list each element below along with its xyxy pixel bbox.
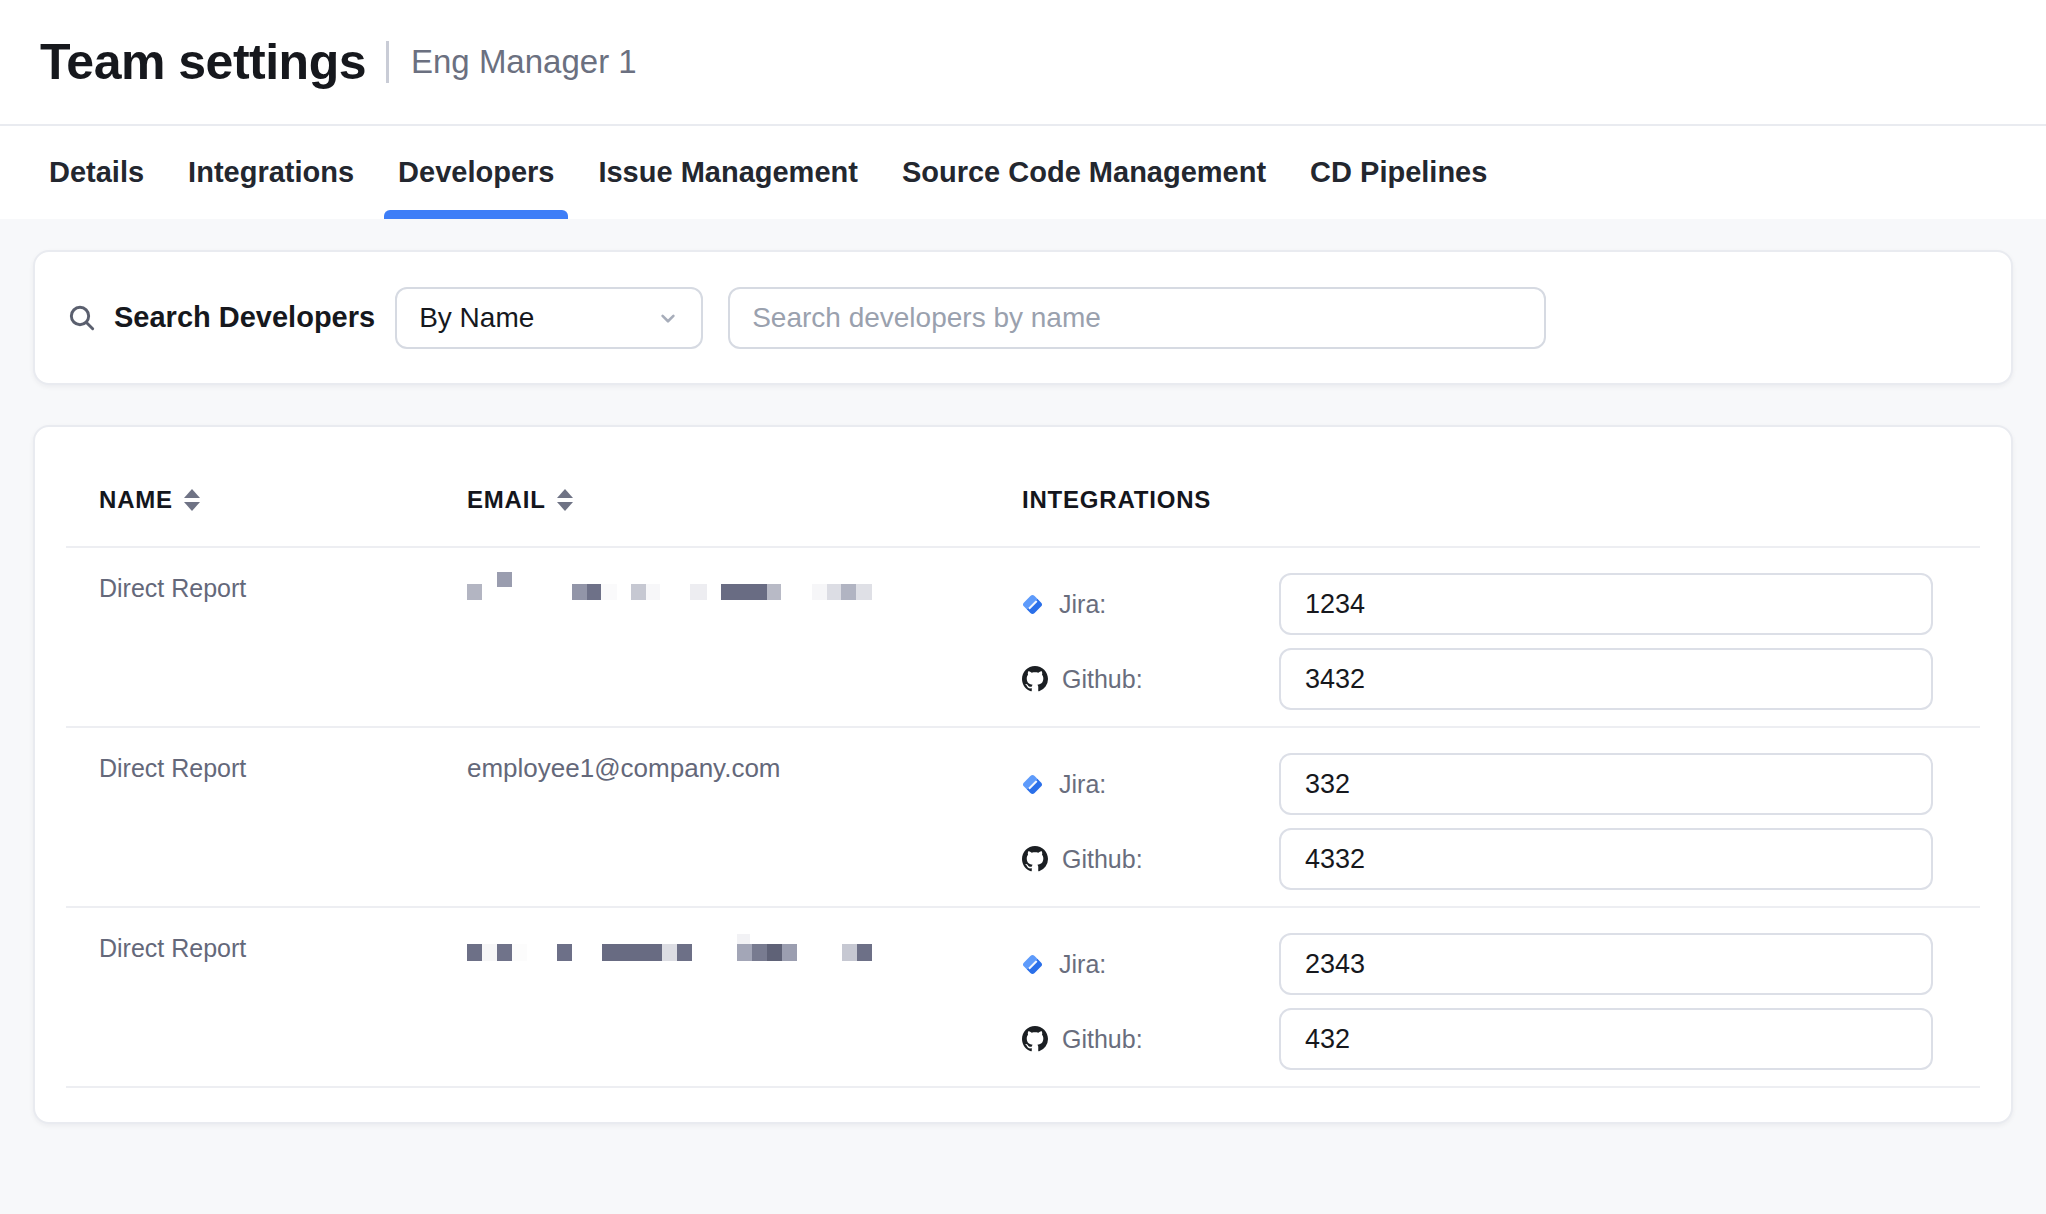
page-header: Team settings Eng Manager 1 (0, 0, 2046, 124)
search-developers-label: Search Developers (114, 301, 375, 334)
search-filter-value: By Name (419, 302, 534, 334)
jira-id-input[interactable] (1279, 933, 1933, 995)
github-label-text: Github: (1062, 1025, 1143, 1054)
jira-label-text: Jira: (1059, 770, 1106, 799)
jira-label: Jira: (1022, 950, 1279, 979)
tab-bar: DetailsIntegrationsDevelopersIssue Manag… (0, 124, 2046, 219)
github-label: Github: (1022, 845, 1279, 874)
jira-field-row: Jira: (1022, 573, 1980, 635)
search-icon (66, 302, 98, 334)
sort-icon[interactable] (557, 489, 573, 511)
chevron-down-icon (655, 305, 681, 331)
page-subtitle: Eng Manager 1 (411, 43, 637, 81)
table-header-row: NAME EMAIL INTEGRATIONS (66, 427, 1980, 548)
github-label-text: Github: (1062, 845, 1143, 874)
github-icon (1022, 1026, 1048, 1052)
developer-email (467, 548, 1022, 726)
jira-field-row: Jira: (1022, 753, 1980, 815)
jira-id-input[interactable] (1279, 573, 1933, 635)
developer-name: Direct Report (99, 548, 467, 726)
integrations-cell: Jira: Github: (1022, 728, 1980, 906)
table-row: Direct Report Jira: Github: (66, 548, 1980, 728)
github-id-input[interactable] (1279, 828, 1933, 890)
column-header-name[interactable]: NAME (99, 486, 467, 514)
content-area: Search Developers By Name NAME EMAIL INTEG… (0, 219, 2046, 1124)
jira-icon (1022, 593, 1043, 614)
table-row: Direct Report employee1@company.com Jira… (66, 728, 1980, 908)
jira-id-input[interactable] (1279, 753, 1933, 815)
github-field-row: Github: (1022, 648, 1980, 710)
integrations-cell: Jira: Github: (1022, 908, 1980, 1086)
title-separator (386, 41, 389, 83)
github-id-input[interactable] (1279, 648, 1933, 710)
tab-integrations[interactable]: Integrations (174, 126, 368, 219)
github-id-input[interactable] (1279, 1008, 1933, 1070)
github-field-row: Github: (1022, 1008, 1980, 1070)
github-icon (1022, 666, 1048, 692)
search-panel: Search Developers By Name (33, 250, 2013, 385)
github-label: Github: (1022, 1025, 1279, 1054)
column-label: EMAIL (467, 486, 546, 514)
tab-cd-pipelines[interactable]: CD Pipelines (1296, 126, 1501, 219)
integrations-cell: Jira: Github: (1022, 548, 1980, 726)
jira-label: Jira: (1022, 770, 1279, 799)
jira-field-row: Jira: (1022, 933, 1980, 995)
column-label: NAME (99, 486, 173, 514)
table-row: Direct Report Jira: Github: (66, 908, 1980, 1088)
tab-details[interactable]: Details (35, 126, 158, 219)
column-header-integrations: INTEGRATIONS (1022, 486, 1980, 514)
jira-label: Jira: (1022, 590, 1279, 619)
search-input[interactable] (728, 287, 1546, 349)
jira-icon (1022, 953, 1043, 974)
developer-email: employee1@company.com (467, 728, 1022, 906)
github-field-row: Github: (1022, 828, 1980, 890)
column-header-email[interactable]: EMAIL (467, 486, 1022, 514)
jira-icon (1022, 773, 1043, 794)
tab-developers[interactable]: Developers (384, 126, 568, 219)
redacted-email (467, 933, 1022, 973)
github-icon (1022, 846, 1048, 872)
developer-email (467, 908, 1022, 1086)
redacted-email (467, 573, 1022, 613)
developer-name: Direct Report (99, 908, 467, 1086)
page-title: Team settings (40, 33, 366, 91)
github-label-text: Github: (1062, 665, 1143, 694)
jira-label-text: Jira: (1059, 950, 1106, 979)
search-filter-select[interactable]: By Name (395, 287, 703, 349)
developer-name: Direct Report (99, 728, 467, 906)
github-label: Github: (1022, 665, 1279, 694)
developers-table: NAME EMAIL INTEGRATIONS Direct Report Jira… (33, 425, 2013, 1124)
tab-source-code-management[interactable]: Source Code Management (888, 126, 1280, 219)
sort-icon[interactable] (184, 489, 200, 511)
tab-issue-management[interactable]: Issue Management (584, 126, 871, 219)
column-label: INTEGRATIONS (1022, 486, 1211, 514)
jira-label-text: Jira: (1059, 590, 1106, 619)
